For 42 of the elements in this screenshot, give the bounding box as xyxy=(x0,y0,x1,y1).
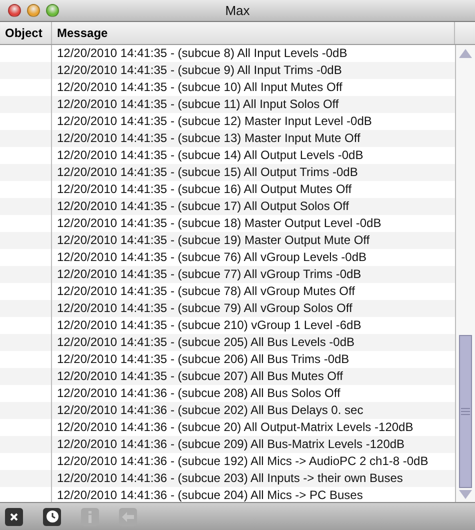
message-cell-text: 12/20/2010 14:41:35 - (subcue 16) All Output Mutes Off xyxy=(56,181,353,198)
message-cell-text: 12/20/2010 14:41:35 - (subcue 9) All Input Trims -0dB xyxy=(56,62,343,79)
message-cell-text: 12/20/2010 14:41:35 - (subcue 78) All vGroup Mutes Off xyxy=(56,283,356,300)
message-cell-text: 12/20/2010 14:41:35 - (subcue 19) Master Output Mute Off xyxy=(56,232,371,249)
message-cell-text: 12/20/2010 14:41:35 - (subcue 77) All vGroup Trims -0dB xyxy=(56,266,362,283)
clear-button[interactable] xyxy=(5,508,23,526)
message-cell-text: 12/20/2010 14:41:35 - (subcue 8) All Input Levels -0dB xyxy=(56,45,348,62)
message-cell-text: 12/20/2010 14:41:36 - (subcue 20) All Output-Matrix Levels -120dB xyxy=(56,419,414,436)
message-cell-text: 12/20/2010 14:41:35 - (subcue 205) All Bus Levels -0dB xyxy=(56,334,356,351)
message-cell-text: 12/20/2010 14:41:35 - (subcue 18) Master Output Level -0dB xyxy=(56,215,382,232)
zoom-window-button[interactable] xyxy=(46,4,59,17)
message-cell-text: 12/20/2010 14:41:36 - (subcue 204) All Mics -> PC Buses xyxy=(56,487,364,504)
message-cell-text: 12/20/2010 14:41:36 - (subcue 192) All Mics -> AudioPC 2 ch1-8 -0dB xyxy=(56,453,430,470)
scroll-up-icon[interactable] xyxy=(459,49,472,58)
message-cell-text: 12/20/2010 14:41:35 - (subcue 210) vGroup 1 Level -6dB xyxy=(56,317,362,334)
message-cell-text: 12/20/2010 14:41:35 - (subcue 76) All vGroup Levels -0dB xyxy=(56,249,368,266)
message-cell-text: 12/20/2010 14:41:35 - (subcue 14) All Output Levels -0dB xyxy=(56,147,364,164)
window-title: Max xyxy=(225,3,250,18)
message-cell-text: 12/20/2010 14:41:35 - (subcue 12) Master Input Level -0dB xyxy=(56,113,373,130)
message-cell-text: 12/20/2010 14:41:35 - (subcue 17) All Output Solos Off xyxy=(56,198,350,215)
left-arrow-icon xyxy=(122,512,134,522)
message-cell-text: 12/20/2010 14:41:35 - (subcue 15) All Output Trims -0dB xyxy=(56,164,359,181)
message-cell-text: 12/20/2010 14:41:35 - (subcue 13) Master Input Mute Off xyxy=(56,130,362,147)
message-cell-text: 12/20/2010 14:41:36 - (subcue 202) All Bus Delays 0. sec xyxy=(56,402,364,419)
close-window-button[interactable] xyxy=(8,4,21,17)
message-cell-text: 12/20/2010 14:41:36 - (subcue 203) All Inputs -> their own Buses xyxy=(56,470,404,487)
column-header[interactable]: Message xyxy=(52,22,455,44)
clock-icon xyxy=(46,510,58,523)
message-cell-text: 12/20/2010 14:41:35 - (subcue 207) All Bus Mutes Off xyxy=(56,368,344,385)
scroll-thumb[interactable] xyxy=(459,335,472,488)
timestamp-button[interactable] xyxy=(43,508,61,526)
message-cell-text: 12/20/2010 14:41:35 - (subcue 79) All vGroup Solos Off xyxy=(56,300,354,317)
message-cell-text: 12/20/2010 14:41:36 - (subcue 209) All Bus-Matrix Levels -120dB xyxy=(56,436,406,453)
minimize-window-button[interactable] xyxy=(27,4,40,17)
scrollbar[interactable] xyxy=(455,45,475,502)
scroll-down-icon[interactable] xyxy=(459,490,472,499)
message-cell-text: 12/20/2010 14:41:36 - (subcue 208) All Bus Solos Off xyxy=(56,385,342,402)
message-cell-text: 12/20/2010 14:41:35 - (subcue 10) All Input Mutes Off xyxy=(56,79,344,96)
close-icon xyxy=(10,512,18,520)
column-header[interactable]: Object xyxy=(0,22,52,44)
message-cell-text: 12/20/2010 14:41:35 - (subcue 11) All Input Solos Off xyxy=(56,96,340,113)
message-cell-text: 12/20/2010 14:41:35 - (subcue 206) All Bus Trims -0dB xyxy=(56,351,350,368)
